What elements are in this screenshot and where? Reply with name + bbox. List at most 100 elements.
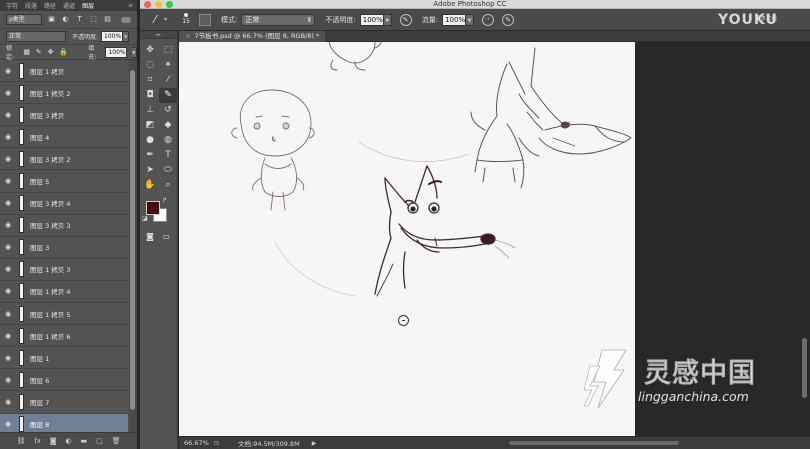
new-layer-icon[interactable]: ▢ — [96, 437, 103, 445]
layer-name[interactable]: 图层 7 — [30, 397, 49, 407]
blur-tool-icon[interactable]: ● — [141, 133, 159, 148]
zoom-tool-icon[interactable]: ⌕ — [159, 178, 177, 193]
document-canvas[interactable] — [179, 42, 635, 436]
layer-name[interactable]: 图层 3 拷贝 4 — [30, 198, 70, 208]
brush-tool-preset-icon[interactable]: ⁄ — [148, 13, 162, 27]
opacity-field[interactable]: 100% — [101, 31, 124, 42]
brush-panel-toggle-icon[interactable] — [199, 13, 212, 26]
filter-type-icon[interactable]: T — [75, 15, 84, 24]
document-tab[interactable]: × 7节板书.psd @ 66.7% (图层 8, RGB/8) * — [179, 31, 326, 42]
layer-thumbnail[interactable] — [19, 393, 24, 410]
layer-thumbnail[interactable] — [19, 84, 24, 101]
visibility-eye-icon[interactable]: ◉ — [0, 221, 16, 229]
eyedropper-tool-icon[interactable]: ⁄ — [159, 73, 177, 88]
layer-thumbnail[interactable] — [19, 62, 24, 79]
layer-name[interactable]: 图层 1 拷贝 3 — [30, 264, 70, 274]
adjustment-layer-icon[interactable]: ◐ — [66, 437, 72, 445]
mode-select[interactable]: 正常 — [241, 13, 316, 26]
brush-size-picker[interactable]: 15 — [179, 11, 193, 29]
layer-name[interactable]: 图层 1 拷贝 4 — [30, 286, 70, 296]
filter-kind-select[interactable]: ρ类型 — [6, 14, 42, 25]
layer-list-scroll-thumb[interactable] — [130, 70, 135, 410]
screen-mode-icon[interactable]: ▭ — [161, 231, 171, 243]
visibility-eye-icon[interactable]: ◉ — [0, 310, 16, 318]
visibility-eye-icon[interactable]: ◉ — [0, 67, 16, 75]
layer-name[interactable]: 图层 4 — [30, 132, 49, 142]
visibility-eye-icon[interactable]: ◉ — [0, 89, 16, 97]
layer-thumbnail[interactable] — [19, 128, 24, 145]
magic-wand-tool-icon[interactable]: ✶ — [159, 58, 177, 73]
lock-all-icon[interactable]: 🔒 — [59, 48, 68, 56]
swap-colors-icon[interactable]: ↱ — [162, 197, 167, 204]
layer-thumbnail[interactable] — [19, 217, 24, 234]
shape-tool-icon[interactable]: ⬭ — [159, 163, 177, 178]
flow-slider-dropdown[interactable]: ▼ — [466, 13, 475, 26]
visibility-eye-icon[interactable]: ◉ — [0, 398, 16, 406]
layer-name[interactable]: 图层 1 — [30, 353, 49, 363]
filter-toggle-switch[interactable] — [121, 16, 131, 23]
tab-layers[interactable]: 图层 — [82, 1, 94, 10]
chevron-down-icon[interactable]: ▾ — [164, 16, 167, 23]
blend-mode-select[interactable]: 正常 — [6, 31, 66, 42]
layer-thumbnail[interactable] — [19, 261, 24, 278]
canvas-scroll-thumb[interactable] — [802, 338, 807, 398]
layer-thumbnail[interactable] — [19, 416, 24, 432]
layer-row[interactable]: ◉ 图层 1 — [0, 347, 128, 370]
lasso-tool-icon[interactable]: ◌ — [141, 58, 159, 73]
hand-tool-icon[interactable]: ✋ — [141, 178, 159, 193]
layer-row[interactable]: ◉ 图层 7 — [0, 391, 128, 414]
layer-row[interactable]: ◉ 图层 3 拷贝 — [0, 104, 128, 127]
workspace-label[interactable]: 基本功能 — [755, 14, 777, 22]
canvas-vertical-scrollbar[interactable] — [799, 42, 810, 436]
tab-channels[interactable]: 通道 — [63, 1, 75, 10]
foreground-color-swatch[interactable] — [146, 201, 160, 215]
visibility-eye-icon[interactable]: ◉ — [0, 133, 16, 141]
visibility-eye-icon[interactable]: ◉ — [0, 177, 16, 185]
tab-paragraph[interactable]: 段落 — [25, 1, 37, 10]
layer-name[interactable]: 图层 5 — [30, 176, 49, 186]
layer-row[interactable]: ◉ 图层 1 拷贝 2 — [0, 82, 128, 105]
layer-name[interactable]: 图层 1 拷贝 — [30, 66, 64, 76]
layer-row[interactable]: ◉ 图层 4 — [0, 126, 128, 149]
lock-transparent-icon[interactable]: ▦ — [23, 48, 30, 56]
tab-paths[interactable]: 路径 — [44, 1, 56, 10]
filter-smart-object-icon[interactable]: ▤ — [103, 15, 112, 24]
layer-thumbnail[interactable] — [19, 173, 24, 190]
layer-thumbnail[interactable] — [19, 195, 24, 212]
layer-name[interactable]: 图层 3 拷贝 3 — [30, 220, 70, 230]
layer-name[interactable]: 图层 8 — [30, 419, 49, 429]
layer-name[interactable]: 图层 3 拷贝 2 — [30, 154, 70, 164]
layer-row[interactable]: ◉ 图层 1 拷贝 6 — [0, 325, 128, 348]
pressure-opacity-icon[interactable]: ✎ — [399, 13, 412, 26]
filter-shape-icon[interactable]: ⬚ — [89, 15, 98, 24]
delete-layer-icon[interactable]: 🗑 — [112, 437, 121, 445]
quick-mask-icon[interactable]: ◙ — [145, 231, 155, 243]
default-colors-icon[interactable]: ◪ — [142, 215, 148, 222]
filter-pixel-icon[interactable]: ▣ — [47, 15, 56, 24]
visibility-eye-icon[interactable]: ◉ — [0, 111, 16, 119]
layer-name[interactable]: 图层 1 拷贝 5 — [30, 309, 70, 319]
path-selection-tool-icon[interactable]: ➤ — [141, 163, 159, 178]
dodge-tool-icon[interactable]: ◍ — [159, 133, 177, 148]
marquee-tool-icon[interactable]: ⬚ — [159, 43, 177, 58]
layer-name[interactable]: 图层 6 — [30, 375, 49, 385]
layer-thumbnail[interactable] — [19, 371, 24, 388]
eraser-tool-icon[interactable]: ◩ — [141, 118, 159, 133]
visibility-eye-icon[interactable]: ◉ — [0, 287, 16, 295]
visibility-eye-icon[interactable]: ◉ — [0, 155, 16, 163]
opacity-dropdown-icon[interactable]: ▼ — [123, 31, 130, 42]
move-tool-icon[interactable]: ✥ — [141, 43, 159, 58]
status-menu-arrow-icon[interactable]: ▶ — [312, 440, 317, 447]
zoom-level[interactable]: 66.67% — [184, 439, 210, 447]
visibility-eye-icon[interactable]: ◉ — [0, 420, 16, 428]
layer-name[interactable]: 图层 3 拷贝 — [30, 110, 64, 120]
lock-paint-icon[interactable]: ✎ — [35, 48, 42, 56]
filter-adjustment-icon[interactable]: ◐ — [61, 15, 70, 24]
layer-thumbnail[interactable] — [19, 283, 24, 300]
healing-brush-tool-icon[interactable]: ◘ — [141, 88, 159, 103]
pen-tool-icon[interactable]: ✒ — [141, 148, 159, 163]
clone-stamp-tool-icon[interactable]: ⊥ — [141, 103, 159, 118]
window-close-button[interactable] — [144, 1, 151, 8]
layer-thumbnail[interactable] — [19, 327, 24, 344]
toolbox-grip[interactable]: ▸▸ — [140, 31, 177, 39]
